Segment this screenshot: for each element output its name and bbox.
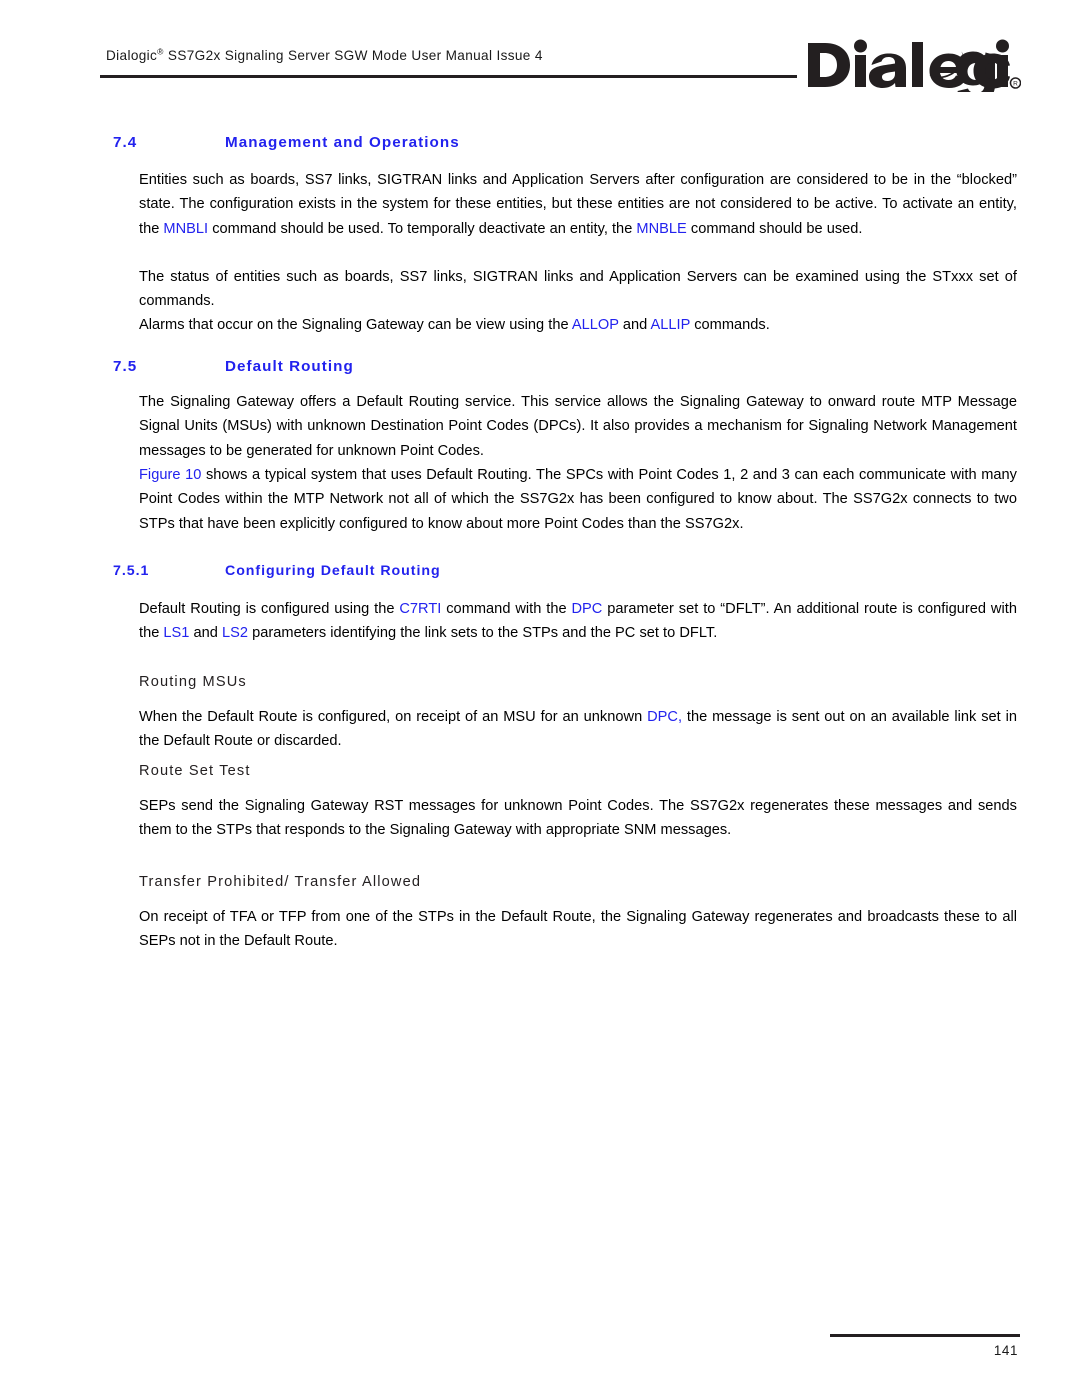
link-ls1[interactable]: LS1 — [163, 625, 189, 641]
heading-7-4: 7.4 Management and Operations — [113, 134, 873, 151]
page-number: 141 — [993, 1343, 1018, 1358]
paragraph-7-4-3-part-c: commands. — [690, 317, 770, 333]
heading-7-5: 7.5 Default Routing — [113, 358, 873, 375]
paragraph-7-5-1-1-part-a: Default Routing is configured using the — [139, 601, 400, 617]
link-c7rti[interactable]: C7RTI — [399, 601, 441, 617]
heading-7-4-number: 7.4 — [113, 134, 138, 151]
registered-trademark-icon: ® — [157, 46, 164, 57]
paragraph-7-4-1-part-b: command should be used. To temporally de… — [208, 220, 637, 237]
link-dpc-2[interactable]: DPC, — [647, 709, 682, 725]
heading-7-5-number: 7.5 — [113, 358, 138, 375]
footer-divider-rule — [830, 1334, 1020, 1337]
paragraph-7-5-1: The Signaling Gateway offers a Default R… — [139, 394, 1017, 459]
link-ls2[interactable]: LS2 — [222, 625, 248, 641]
heading-7-4-title: Management and Operations — [225, 134, 460, 151]
running-header-prefix: Dialogic — [106, 48, 158, 63]
paragraph-7-5-1-1-part-e: parameters identifying the link sets to … — [248, 625, 718, 642]
running-header-suffix: SS7G2x Signaling Server SGW Mode User Ma… — [163, 48, 543, 63]
paragraph-7-4-1-part-c: command should be used. — [686, 220, 863, 237]
paragraph-routing-msus-part-a: When the Default Route is configured, on… — [139, 709, 648, 725]
paragraph-7-4-3-part-a: Alarms that occur on the Signaling Gatew… — [139, 317, 572, 333]
paragraph-7-4-2: The status of entities such as boards, S… — [139, 269, 1017, 310]
paragraph-transfer: On receipt of TFA or TFP from one of the… — [139, 909, 1017, 950]
running-header-text: Dialogic® SS7G2x Signaling Server SGW Mo… — [106, 46, 543, 63]
paragraph-routing-msus: When the Default Route is configured, on… — [139, 705, 1017, 754]
heading-7-5-1-title: Configuring Default Routing — [225, 563, 441, 579]
link-figure-10[interactable]: Figure 10 — [139, 467, 201, 483]
heading-route-set-test: Route Set Test — [139, 763, 251, 779]
link-dpc[interactable]: DPC — [571, 601, 602, 617]
paragraph-7-5-2-text: shows a typical system that uses Default… — [139, 467, 1017, 532]
paragraph-7-4-3-part-b: and — [618, 317, 651, 333]
paragraph-7-5-1-1-part-b: command with the — [441, 601, 572, 617]
heading-transfer-prohibited-allowed: Transfer Prohibited/ Transfer Allowed — [139, 874, 422, 890]
heading-routing-msus: Routing MSUs — [139, 674, 247, 690]
dialogic-logo: R — [806, 38, 1021, 92]
link-allip[interactable]: ALLIP — [651, 317, 691, 333]
svg-text:R: R — [1013, 81, 1018, 88]
heading-7-5-title: Default Routing — [225, 358, 354, 375]
paragraph-7-5-1-1: Default Routing is configured using the … — [139, 597, 1017, 646]
heading-7-5-1-number: 7.5.1 — [113, 563, 150, 579]
link-mnble[interactable]: MNBLE — [636, 221, 686, 237]
link-allop[interactable]: ALLOP — [572, 317, 619, 333]
header-divider-rule — [100, 75, 797, 78]
paragraph-7-5-2: Figure 10 shows a typical system that us… — [139, 463, 1017, 536]
paragraph-7-5-1-1-part-d: and — [189, 625, 223, 642]
paragraph-7-4-3: Alarms that occur on the Signaling Gatew… — [139, 313, 1017, 337]
paragraph-route-set-test: SEPs send the Signaling Gateway RST mess… — [139, 798, 1017, 839]
link-mnbli[interactable]: MNBLI — [163, 221, 208, 237]
heading-7-5-1: 7.5.1 Configuring Default Routing — [113, 563, 873, 579]
document-page: Dialogic® SS7G2x Signaling Server SGW Mo… — [0, 0, 1080, 1397]
paragraph-7-4-1: Entities such as boards, SS7 links, SIGT… — [139, 168, 1017, 241]
